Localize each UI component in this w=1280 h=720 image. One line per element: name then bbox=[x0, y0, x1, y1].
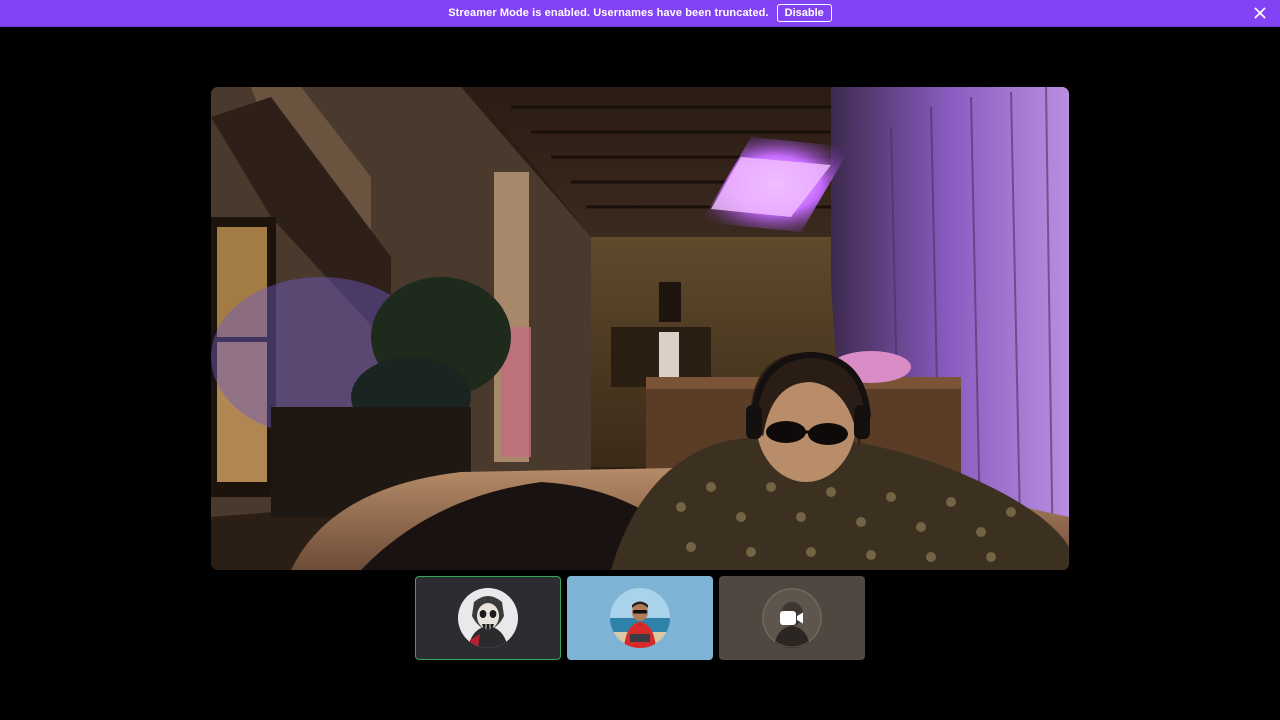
disable-streamer-mode-button[interactable]: Disable bbox=[776, 4, 832, 22]
participant-tile-2[interactable] bbox=[567, 576, 713, 660]
person-red-shirt-avatar bbox=[610, 588, 670, 648]
close-icon[interactable] bbox=[1252, 5, 1268, 21]
main-video-stream[interactable] bbox=[211, 87, 1069, 570]
webcam-feed-image bbox=[211, 87, 1069, 570]
skull-character-avatar bbox=[458, 588, 518, 648]
participant-tiles bbox=[415, 576, 865, 660]
streamer-mode-message: Streamer Mode is enabled. Usernames have… bbox=[448, 7, 769, 19]
streamer-mode-banner: Streamer Mode is enabled. Usernames have… bbox=[0, 0, 1280, 27]
participant-tile-3[interactable] bbox=[719, 576, 865, 660]
video-camera-icon bbox=[780, 611, 803, 625]
participant-tile-1[interactable] bbox=[415, 576, 561, 660]
